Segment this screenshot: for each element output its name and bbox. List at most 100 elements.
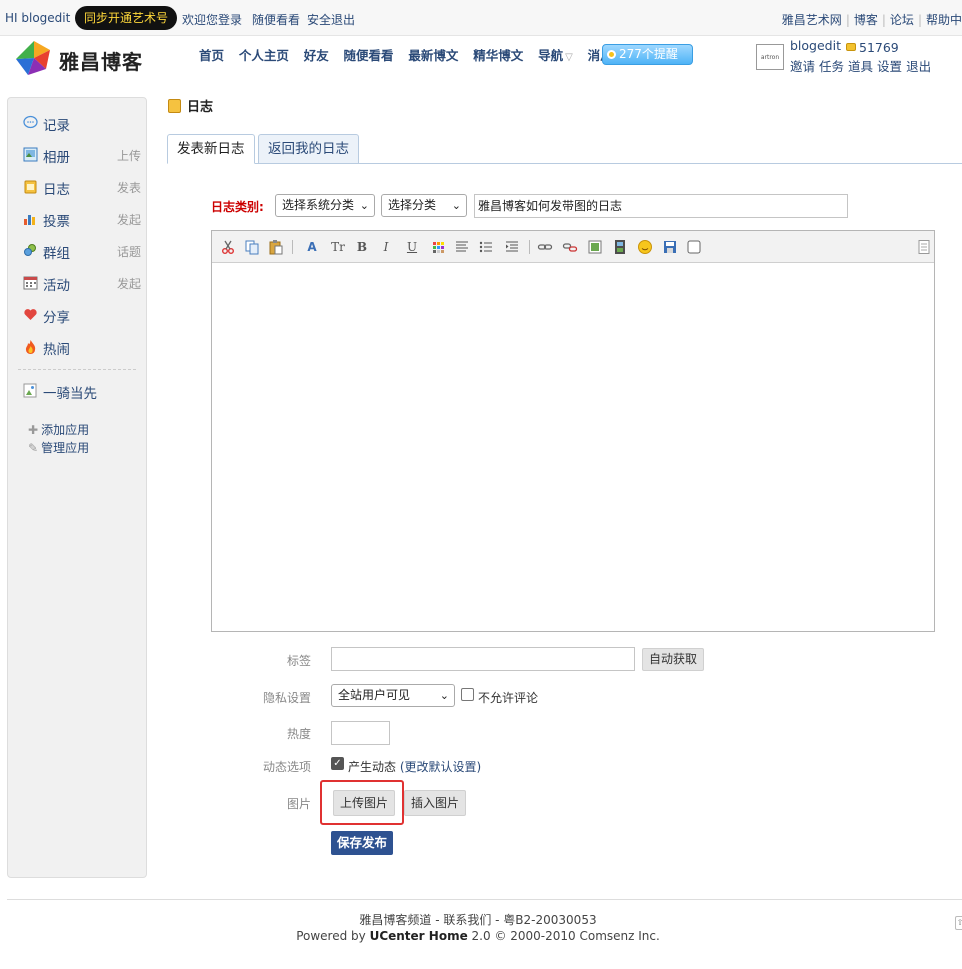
sidebar-item-hot[interactable]: 热闹 [23,338,141,358]
notebook-icon [24,180,37,194]
feed-option: 产生动态 (更改默认设置) [348,758,481,775]
system-category-select[interactable]: 选择系统分类 ⌄ [275,194,375,217]
flame-icon [25,340,36,354]
start-poll-link[interactable]: 发起 [117,211,141,228]
sidebar-item-label: 日志 [43,182,70,198]
save-draft-icon[interactable] [662,239,678,255]
no-comment-label: 不允许评论 [478,691,539,705]
change-default-link[interactable]: (更改默认设置) [400,760,481,774]
sidebar-item-label: 一骑当先 [43,386,97,402]
username-link[interactable]: blogedit [790,38,841,53]
sidebar-item-album[interactable]: 相册 上传 [23,146,141,166]
welcome-link[interactable]: 欢迎您登录 [182,11,242,28]
image-icon[interactable] [587,239,603,255]
nav-profile[interactable]: 个人主页 [239,45,289,64]
footer-version: 2.0 © 2000-2010 Comsenz Inc. [471,929,660,943]
editor-toolbar: A Tr B I U [212,231,934,263]
upload-link[interactable]: 上传 [117,147,141,164]
sidebar-item-event[interactable]: 活动 发起 [23,274,141,294]
remind-badge[interactable]: 277个提醒 [602,44,693,65]
privacy-value: 全站用户可见 [338,688,411,702]
bell-icon [607,50,616,59]
start-event-link[interactable]: 发起 [117,275,141,292]
font-size-icon[interactable]: Tr [330,239,346,255]
forum-link[interactable]: 论坛 [890,13,914,27]
italic-icon[interactable]: I [378,239,394,255]
page-title-text: 日志 [187,100,214,115]
list-icon[interactable] [478,239,494,255]
footer-divider [7,899,962,900]
promo-button[interactable]: 同步开通艺术号 [75,6,178,30]
tab-my-blog[interactable]: 返回我的日志 [258,134,359,164]
nav-featured[interactable]: 精华博文 [473,45,523,64]
link-icon[interactable] [537,239,553,255]
nav-navigation[interactable]: 导航 ▽ [538,45,573,64]
sidebar-item-group[interactable]: 群组 话题 [23,242,141,262]
top-right-links: 雅昌艺术网 | 博客 | 论坛 | 帮助中 [781,13,962,27]
emoji-icon[interactable] [637,239,653,255]
no-comment-checkbox[interactable] [461,688,474,701]
color-icon[interactable] [430,239,446,255]
sidebar-item-blog[interactable]: 日志 发表 [23,178,141,198]
align-icon[interactable] [454,239,470,255]
nav-friends[interactable]: 好友 [304,45,329,64]
exit-link[interactable]: 退出 [906,59,931,74]
highlight-box [320,780,404,825]
auto-fetch-button[interactable]: 自动获取 [642,648,705,671]
tools-link[interactable]: 道具 [848,59,873,74]
add-app-link[interactable]: ✚ 添加应用 [28,421,89,438]
nav-random[interactable]: 随便看看 [344,45,394,64]
unlink-icon[interactable] [562,239,578,255]
sidebar-item-poll[interactable]: 投票 发起 [23,210,141,230]
logout-link[interactable]: 安全退出 [307,11,355,28]
source-code-icon[interactable] [916,239,932,255]
category-select[interactable]: 选择分类 ⌄ [381,194,467,217]
logo-icon[interactable] [16,41,52,78]
settings-link[interactable]: 设置 [877,59,902,74]
underline-icon[interactable]: U [404,239,420,255]
privacy-select[interactable]: 全站用户可见 ⌄ [331,684,455,707]
sidebar-item-record[interactable]: 记录 [23,114,141,134]
heat-input[interactable] [331,721,390,745]
heat-label: 热度 [286,727,311,741]
nav-latest[interactable]: 最新博文 [408,45,458,64]
back-to-top-icon[interactable]: ⇧ [955,916,962,930]
tab-new-blog[interactable]: 发表新日志 [167,134,255,164]
coin-icon [846,43,856,51]
plus-icon: ✚ [28,423,39,437]
insert-image-button[interactable]: 插入图片 [404,790,467,816]
avatar[interactable]: artron [756,44,784,70]
bold-icon[interactable]: B [354,239,370,255]
site-name[interactable]: 雅昌博客 [59,46,143,75]
manage-app-link[interactable]: ✎ 管理应用 [28,439,89,456]
feed-checkbox[interactable]: ✓ [331,757,344,770]
add-app-label: 添加应用 [41,423,90,437]
save-publish-button[interactable]: 保存发布 [331,831,393,855]
topic-link[interactable]: 话题 [117,243,141,260]
nav-home[interactable]: 首页 [199,45,224,64]
sidebar-item-share[interactable]: 分享 [23,306,141,326]
paste-icon[interactable] [268,239,284,255]
sidebar-item-label: 群组 [43,246,70,262]
copy-icon[interactable] [244,239,260,255]
font-icon[interactable]: A [304,239,320,255]
indent-icon[interactable] [504,239,520,255]
footer-product[interactable]: UCenter Home [370,929,468,943]
editor-content-area[interactable] [212,264,934,631]
video-icon[interactable] [612,239,628,255]
publish-link[interactable]: 发表 [117,179,141,196]
invite-link[interactable]: 邀请 [790,59,815,74]
task-link[interactable]: 任务 [819,59,844,74]
random-link[interactable]: 随便看看 [252,11,300,28]
heart-icon [24,309,37,320]
blog-link[interactable]: 博客 [854,13,878,27]
page-title: 日志 [168,96,213,115]
greeting-link[interactable]: HI blogedit [5,11,70,25]
editor-mode-checkbox[interactable] [686,239,702,255]
sidebar-app-featured[interactable]: 一骑当先 [23,382,141,402]
tag-input[interactable] [331,647,635,671]
cut-icon[interactable] [220,239,236,255]
help-link[interactable]: 帮助中 [926,13,962,27]
artron-link[interactable]: 雅昌艺术网 [782,13,842,27]
title-input[interactable]: 雅昌博客如何发带图的日志 [474,194,848,218]
